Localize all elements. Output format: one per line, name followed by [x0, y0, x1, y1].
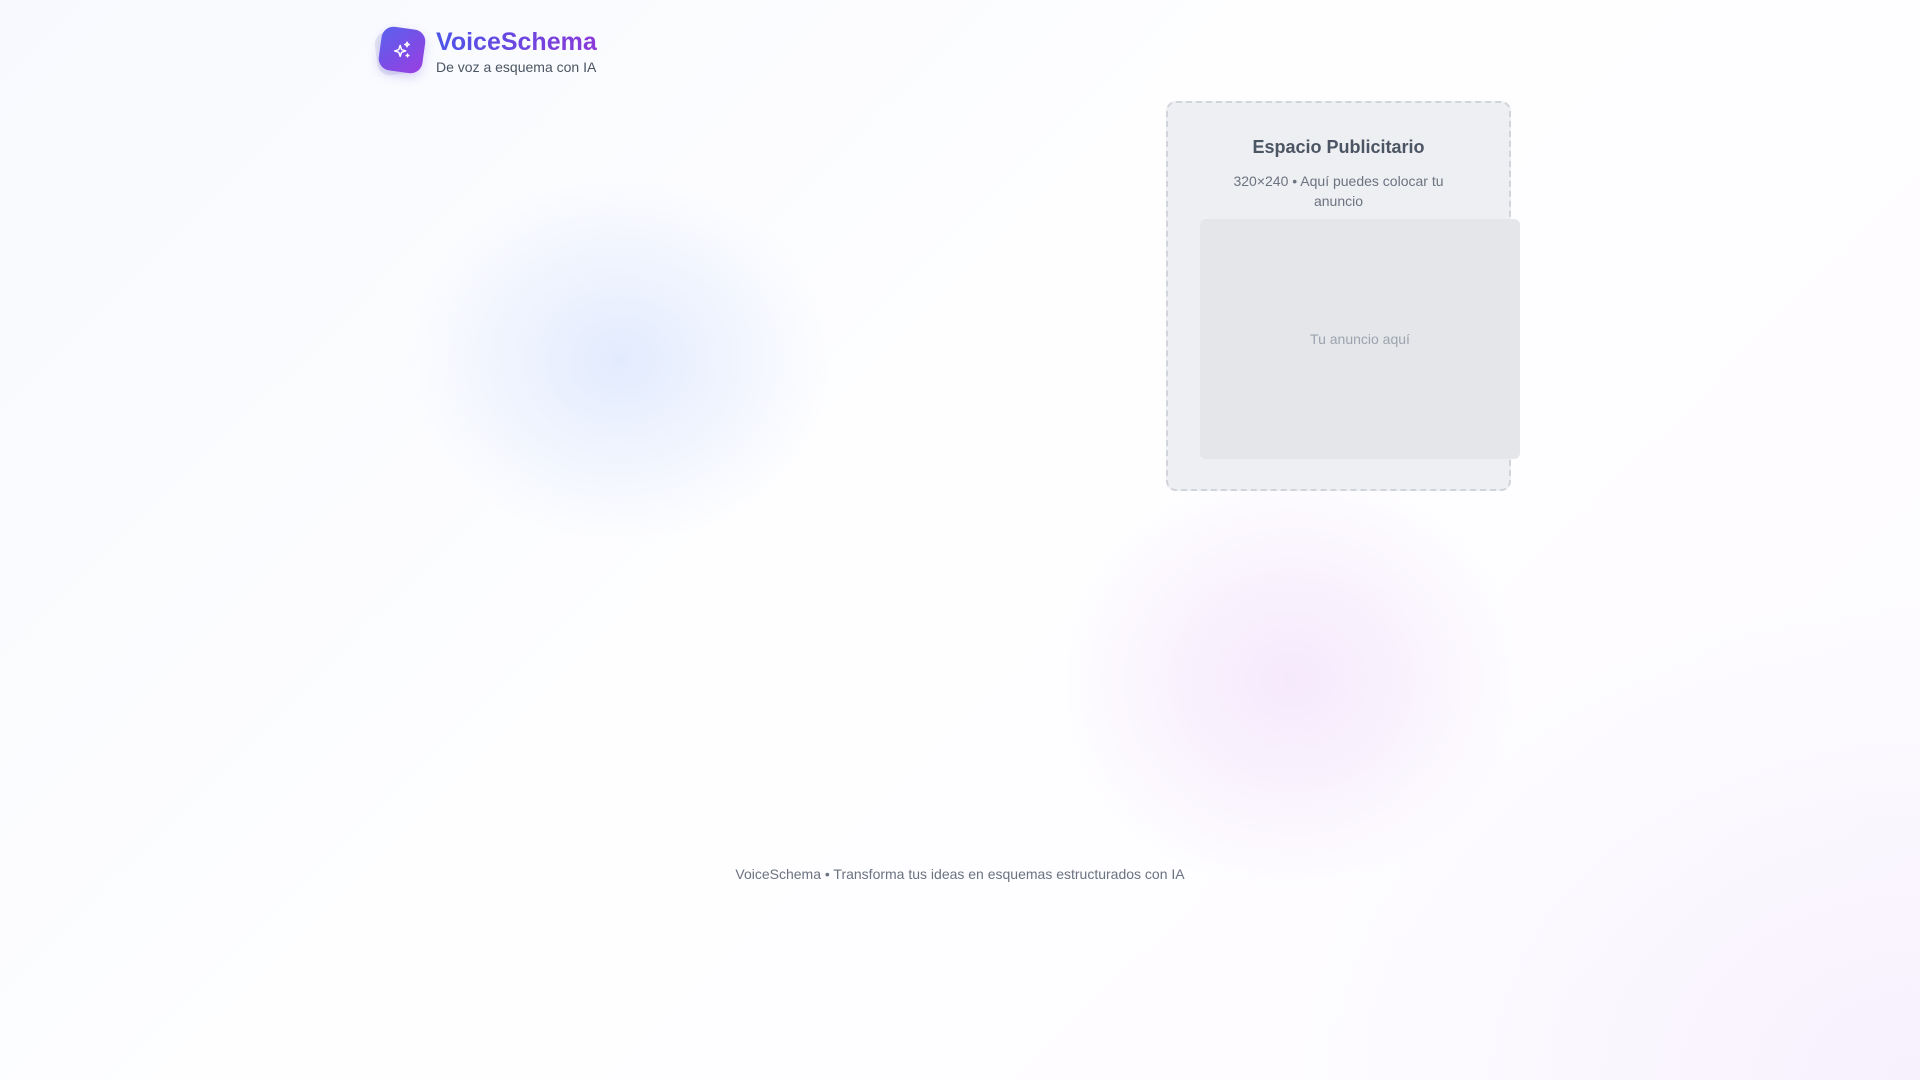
- sparkles-icon: [393, 41, 411, 58]
- brand-title: VoiceSchema: [436, 27, 597, 56]
- logo[interactable]: [373, 25, 427, 77]
- footer-text: VoiceSchema • Transforma tus ideas en es…: [735, 866, 1185, 882]
- ad-title: Espacio Publicitario: [1252, 137, 1425, 157]
- app-header: VoiceSchema De voz a esquema con IA: [373, 25, 597, 77]
- ad-placeholder-text: Tu anuncio aquí: [1310, 331, 1410, 347]
- ad-slot[interactable]: Tu anuncio aquí: [1200, 219, 1520, 459]
- brand-text: VoiceSchema De voz a esquema con IA: [436, 28, 597, 75]
- footer: VoiceSchema • Transforma tus ideas en es…: [0, 866, 1920, 882]
- page-background: [0, 0, 1920, 1080]
- ad-space: Espacio Publicitario 320×240 • Aquí pued…: [1166, 101, 1520, 491]
- logo-badge: [377, 25, 427, 75]
- ad-description: 320×240 • Aquí puedes colocar tu anuncio: [1233, 173, 1444, 209]
- brand-tagline: De voz a esquema con IA: [436, 58, 597, 75]
